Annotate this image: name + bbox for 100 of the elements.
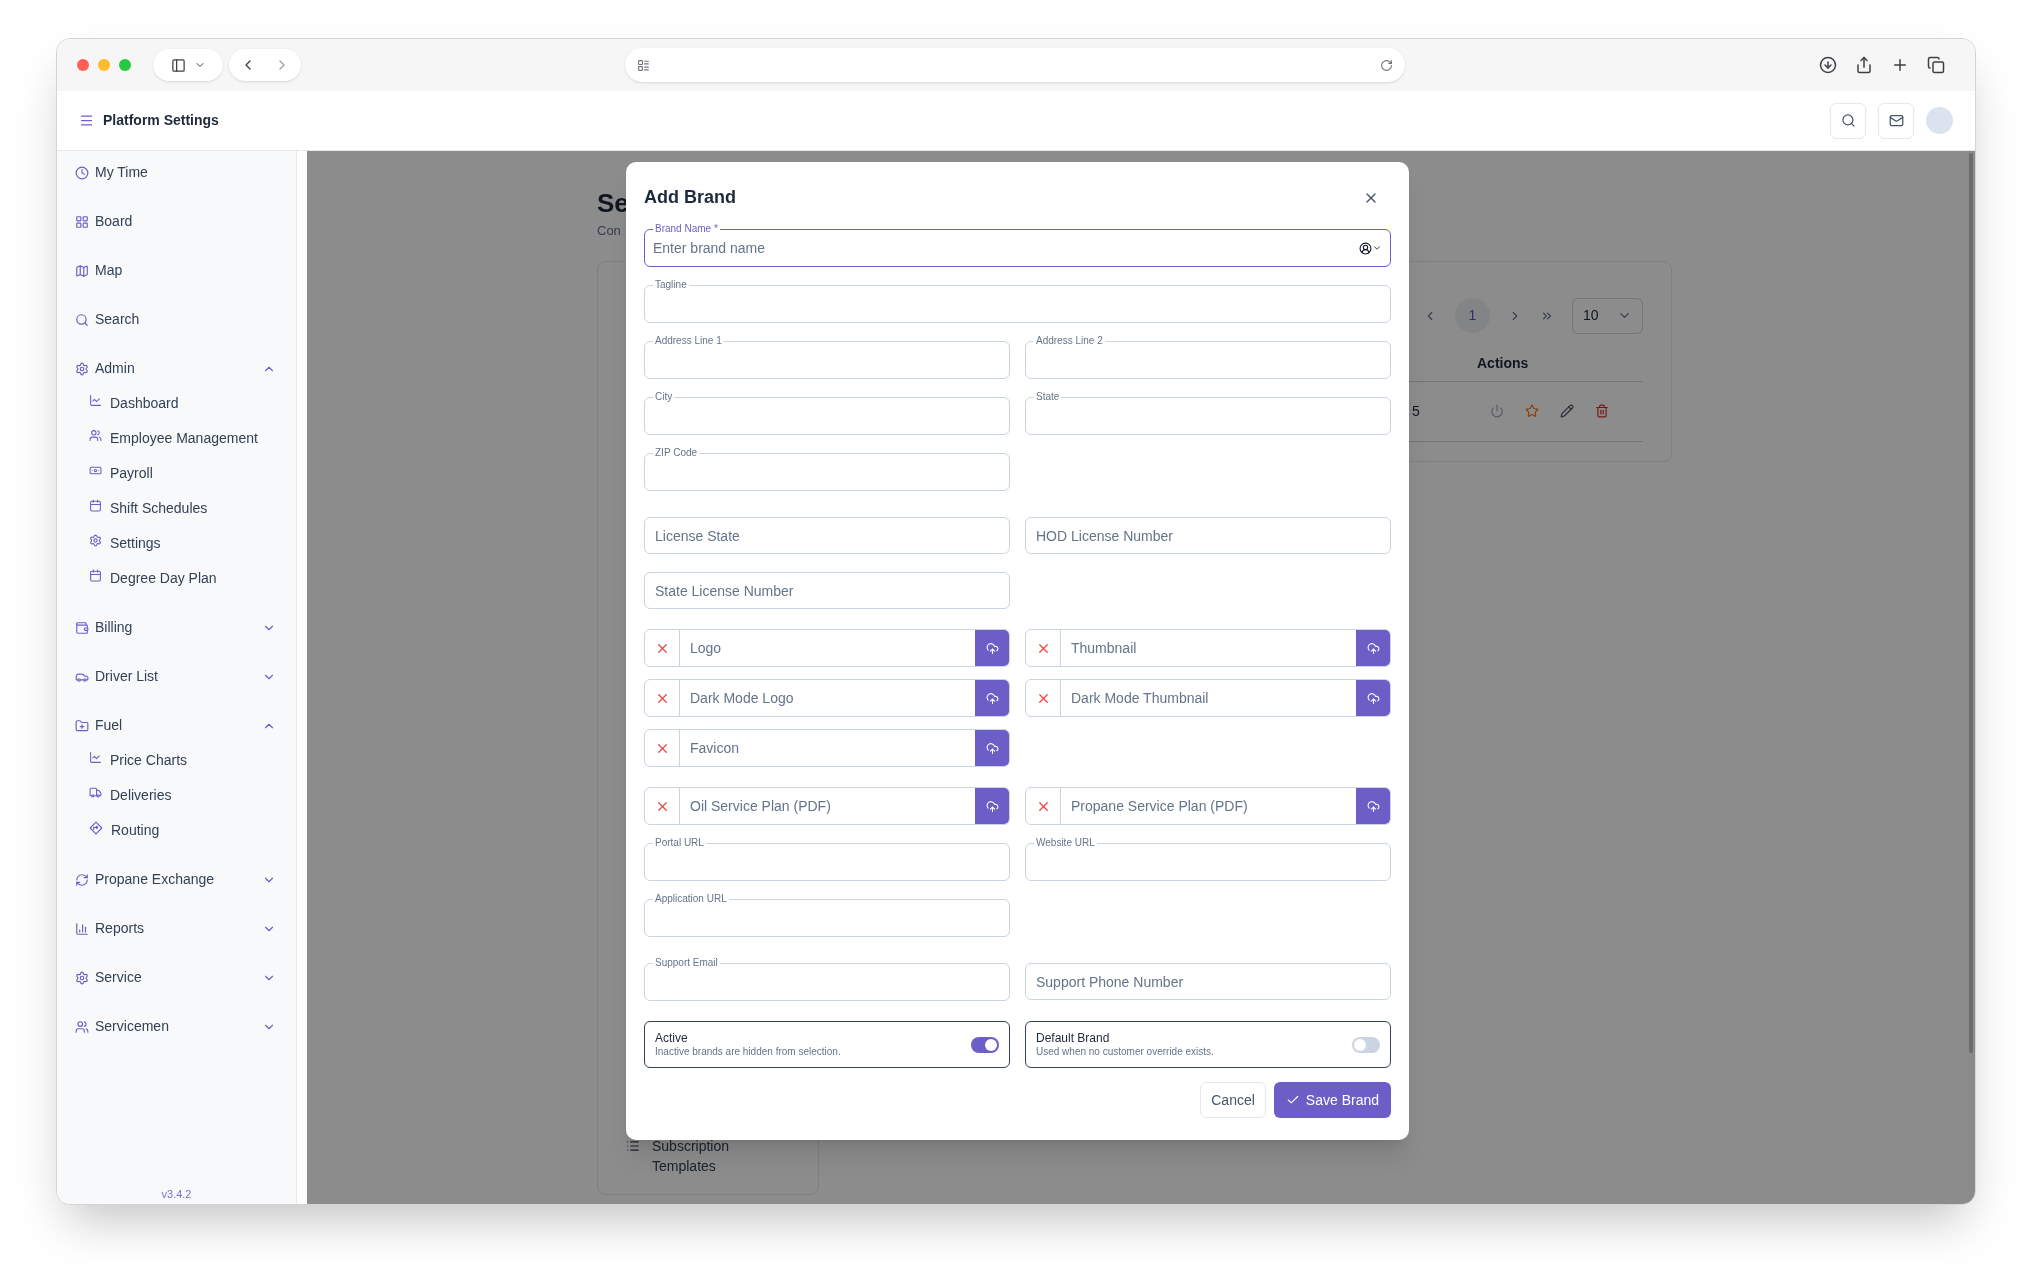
sidebar-subitem[interactable]: Degree Day Plan xyxy=(57,561,296,596)
sidebar-subitem[interactable]: Deliveries xyxy=(57,778,296,813)
sidebar-subitem[interactable]: Employee Management xyxy=(57,421,296,456)
search-icon xyxy=(1840,113,1856,128)
upload-field[interactable]: Logo xyxy=(644,629,1010,667)
input-field[interactable]: Brand Name * Enter brand name xyxy=(644,223,1391,267)
reload-icon[interactable] xyxy=(1380,58,1393,72)
sidebar-toggle-button[interactable] xyxy=(153,49,223,81)
upload-button[interactable] xyxy=(975,630,1009,666)
table-cell-text: 5 xyxy=(1412,401,1421,421)
wallet-icon xyxy=(75,620,89,635)
input-field[interactable]: Portal URL xyxy=(644,837,1010,881)
sidebar-subitem[interactable]: Shift Schedules xyxy=(57,491,296,526)
sidebar-item[interactable]: Driver List xyxy=(57,652,296,701)
input-field[interactable]: State License Number xyxy=(644,572,1010,609)
sidebar-item[interactable]: Billing xyxy=(57,603,296,652)
input-field[interactable]: License State xyxy=(644,517,1010,554)
toggle-description: Used when no customer override exists. xyxy=(1036,1045,1215,1058)
tabs-icon[interactable] xyxy=(1927,56,1945,74)
input-field[interactable]: Website URL xyxy=(1025,837,1391,881)
cloud-upload-icon xyxy=(985,691,999,705)
input-field[interactable]: Support Phone Number xyxy=(1025,963,1391,1000)
upload-label: Thumbnail xyxy=(1070,638,1138,658)
power-icon[interactable] xyxy=(1490,404,1504,418)
sidebar-subitem[interactable]: Routing xyxy=(57,813,296,848)
toggle-switch[interactable] xyxy=(1352,1036,1380,1053)
upload-label: Propane Service Plan (PDF) xyxy=(1070,796,1249,816)
sidebar-item[interactable]: Map xyxy=(57,246,296,295)
star-icon[interactable] xyxy=(1525,404,1539,418)
field-label: Website URL xyxy=(1035,837,1096,849)
settings-nav-item[interactable]: Subscription Templates xyxy=(598,1135,818,1176)
input-field[interactable]: Application URL xyxy=(644,893,1010,937)
download-icon[interactable] xyxy=(1819,56,1837,74)
sidebar-item[interactable]: Board xyxy=(57,197,296,246)
plus-icon[interactable] xyxy=(1891,56,1909,74)
save-button[interactable]: Save Brand xyxy=(1273,1082,1391,1118)
sidebar-item[interactable]: Propane Exchange xyxy=(57,855,296,904)
page-icon xyxy=(637,58,650,72)
field-label: Address Line 2 xyxy=(1035,335,1104,347)
field-label: ZIP Code xyxy=(654,447,699,459)
upload-field[interactable]: Favicon xyxy=(644,729,1010,767)
sidebar-item[interactable]: Service xyxy=(57,953,296,1002)
sidebar-subitem[interactable]: Settings xyxy=(57,526,296,561)
input-field[interactable]: City xyxy=(644,391,1010,435)
banknote-icon xyxy=(89,464,102,477)
input-field[interactable]: Support Email xyxy=(644,957,1010,1001)
calendar-icon xyxy=(89,499,102,512)
sidebar-subitem[interactable]: Payroll xyxy=(57,456,296,491)
upload-field[interactable]: Dark Mode Thumbnail xyxy=(1025,679,1391,717)
text-input[interactable]: Enter brand name xyxy=(653,237,1359,259)
trash-icon[interactable] xyxy=(1595,404,1609,418)
input-field[interactable]: HOD License Number xyxy=(1025,517,1391,554)
cancel-button[interactable]: Cancel xyxy=(1200,1082,1266,1118)
upload-button[interactable] xyxy=(1356,680,1390,716)
toggle-switch[interactable] xyxy=(971,1036,999,1053)
sidebar-icon xyxy=(170,57,186,73)
cloud-upload-icon xyxy=(985,799,999,813)
upload-button[interactable] xyxy=(1356,630,1390,666)
gear-icon xyxy=(75,970,89,985)
gear-icon xyxy=(89,534,102,547)
upload-label: Oil Service Plan (PDF) xyxy=(689,796,832,816)
upload-button[interactable] xyxy=(975,680,1009,716)
toggle-title: Active xyxy=(655,1031,689,1045)
upload-field[interactable]: Thumbnail xyxy=(1025,629,1391,667)
zoom-window-icon[interactable] xyxy=(119,59,131,71)
menu-icon[interactable] xyxy=(79,113,94,128)
page-title: Se xyxy=(597,187,629,219)
sidebar-item[interactable]: My Time xyxy=(57,148,296,197)
close-window-icon[interactable] xyxy=(77,59,89,71)
chevron-down-icon xyxy=(1372,243,1382,253)
upload-field[interactable]: Oil Service Plan (PDF) xyxy=(644,787,1010,825)
line-chart-icon xyxy=(89,751,102,764)
input-field[interactable]: Tagline xyxy=(644,279,1391,323)
app-title: Platform Settings xyxy=(103,111,219,130)
upload-button[interactable] xyxy=(1356,788,1390,824)
sidebar-item[interactable]: Reports xyxy=(57,904,296,953)
line-chart-icon xyxy=(89,394,102,407)
sidebar-item[interactable]: Servicemen xyxy=(57,1002,296,1051)
list-icon xyxy=(626,1138,640,1153)
field-label: Application URL xyxy=(654,893,728,905)
upload-field[interactable]: Dark Mode Logo xyxy=(644,679,1010,717)
search-icon xyxy=(75,312,89,327)
mail-button[interactable] xyxy=(1878,102,1914,139)
input-field[interactable]: ZIP Code xyxy=(644,447,1010,491)
page-size-select[interactable]: 10 xyxy=(1572,297,1643,334)
input-field[interactable]: Address Line 1 xyxy=(644,335,1010,379)
sidebar-item[interactable]: Search xyxy=(57,295,296,344)
search-button[interactable] xyxy=(1830,102,1866,139)
pencil-icon[interactable] xyxy=(1560,404,1574,418)
clock-icon xyxy=(75,165,89,180)
share-icon[interactable] xyxy=(1855,56,1873,74)
input-field[interactable]: Address Line 2 xyxy=(1025,335,1391,379)
dialog-title: Add Brand xyxy=(644,186,736,209)
picker-dropdown[interactable] xyxy=(1359,241,1382,255)
field-label: Portal URL xyxy=(654,837,705,849)
upload-field[interactable]: Propane Service Plan (PDF) xyxy=(1025,787,1391,825)
truck-icon xyxy=(89,786,102,799)
upload-button[interactable] xyxy=(975,730,1009,766)
upload-button[interactable] xyxy=(975,788,1009,824)
input-field[interactable]: State xyxy=(1025,391,1391,435)
